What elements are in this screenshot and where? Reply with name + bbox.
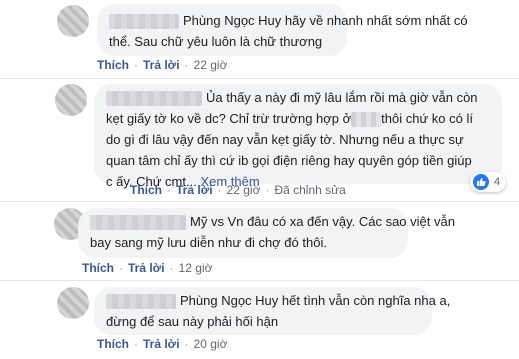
timestamp[interactable]: 20 giờ: [194, 337, 228, 351]
timestamp[interactable]: 22 giờ: [227, 183, 261, 197]
author-name-redacted[interactable]: [106, 294, 176, 310]
author-name-redacted[interactable]: [109, 14, 179, 30]
redacted-text: [351, 112, 382, 128]
avatar[interactable]: [57, 287, 89, 319]
thumbs-up-icon: [473, 174, 489, 190]
like-link[interactable]: Thích: [97, 337, 129, 351]
comment-text-line: Phùng Ngọc Huy hãy về nhanh nhất sớm nhấ…: [183, 13, 468, 28]
divider: [0, 78, 519, 79]
comment-text-line: bay sang mỹ lưu diễn như đi chợ đó thôi.: [90, 235, 327, 250]
comment-text-line: Mỹ vs Vn đâu có xa đến vậy. Các sao việt…: [190, 214, 455, 229]
comment-bubble: Phùng Ngọc Huy hết tình vẫn còn nghĩa nh…: [94, 287, 450, 335]
comment-bubble: Phùng Ngọc Huy hãy về nhanh nhất sớm nhấ…: [97, 4, 468, 56]
avatar[interactable]: [55, 84, 87, 116]
reply-link[interactable]: Trả lời: [128, 261, 165, 275]
reaction-count: 4: [494, 176, 501, 188]
comment-bubble: Ủa thấy a này đi mỹ lâu lắm rồi mà giờ v…: [94, 84, 502, 189]
reply-link[interactable]: Trả lời: [143, 337, 180, 351]
divider: [0, 280, 519, 281]
comment-actions: Thích · Trả lời · 22 giờ: [97, 58, 228, 72]
comment-text-line: do gì đi lâu vậy đến nay vẫn kẹt giấy tờ…: [106, 132, 464, 147]
timestamp[interactable]: 12 giờ: [179, 261, 213, 275]
comment-text-line: Phùng Ngọc Huy hết tình vẫn còn nghĩa nh…: [180, 293, 451, 308]
timestamp[interactable]: 22 giờ: [194, 58, 228, 72]
edited-label: Đã chỉnh sửa: [274, 183, 346, 197]
comment-actions: Thích · Trả lời · 22 giờ · Đã chỉnh sửa: [130, 183, 346, 197]
comment-text-line: đừng để sau này phải hối hận: [106, 314, 279, 329]
author-name-redacted[interactable]: [106, 91, 202, 107]
reaction-summary[interactable]: 4: [470, 172, 507, 192]
comment-actions: Thích · Trả lời · 20 giờ: [97, 337, 228, 351]
comment-bubble: Mỹ vs Vn đâu có xa đến vậy. Các sao việt…: [78, 208, 455, 258]
like-link[interactable]: Thích: [82, 261, 114, 275]
reply-link[interactable]: Trả lời: [176, 183, 213, 197]
comment-actions: Thích · Trả lời · 12 giờ: [82, 261, 213, 275]
comment-text-line: kẹt giấy tờ ko về dc? Chỉ trừ trường hợp…: [106, 111, 352, 126]
comment-text-line: Ủa thấy a này đi mỹ lâu lắm rồi mà giờ v…: [206, 90, 478, 105]
reply-link[interactable]: Trả lời: [143, 58, 180, 72]
comment-text-line: thể. Sau chữ yêu luôn là chữ thương: [109, 34, 323, 49]
like-link[interactable]: Thích: [130, 183, 162, 197]
avatar[interactable]: [57, 5, 89, 37]
divider: [0, 201, 519, 202]
like-link[interactable]: Thích: [97, 58, 129, 72]
comment-text-line: thôi chứ ko có lí: [381, 111, 473, 126]
author-name-redacted[interactable]: [90, 215, 186, 231]
comment-text-line: quan tâm chỉ ấy thì cứ ib gọi điện riêng…: [106, 153, 472, 168]
